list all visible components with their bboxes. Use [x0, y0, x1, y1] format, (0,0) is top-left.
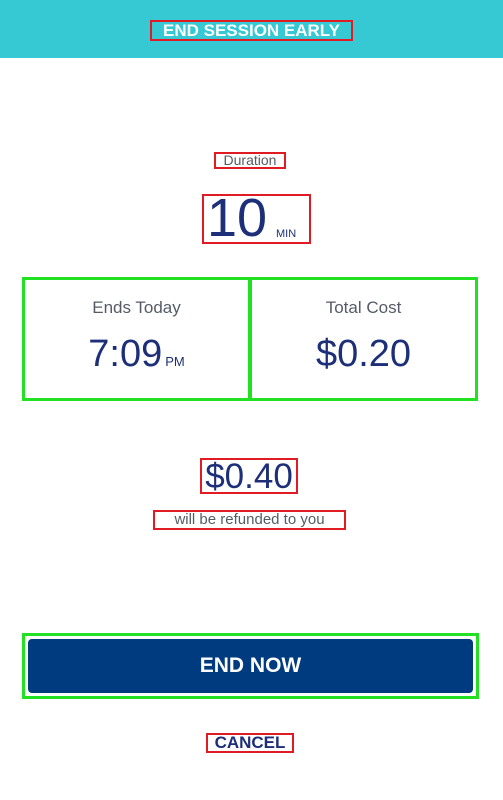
end-session-screen: END SESSION EARLY Duration 10 MIN Ends T… — [0, 0, 503, 800]
end-time-value: 7:09 — [88, 333, 163, 375]
ends-today-label: Ends Today — [92, 298, 181, 317]
end-now-wrapper: END NOW — [22, 633, 479, 699]
total-cost-label: Total Cost — [325, 298, 402, 317]
ends-today-time: 7:09 PM — [25, 332, 248, 384]
page-title: END SESSION EARLY — [150, 20, 353, 41]
end-now-button[interactable]: END NOW — [28, 639, 473, 693]
ends-today-card: Ends Today 7:09 PM — [22, 277, 251, 401]
refund-note: will be refunded to you — [153, 510, 346, 530]
end-time-suffix: PM — [165, 354, 185, 369]
duration-number: 10 — [207, 188, 268, 248]
duration-label: Duration — [214, 152, 286, 169]
total-cost-value: $0.20 — [315, 333, 412, 375]
total-cost-card: Total Cost $0.20 — [249, 277, 478, 401]
header-bar: END SESSION EARLY — [0, 0, 503, 58]
duration-unit: MIN — [276, 228, 297, 240]
refund-amount: $0.40 — [200, 458, 298, 494]
duration-value: 10 MIN — [202, 188, 311, 248]
cancel-button[interactable]: CANCEL — [206, 733, 294, 753]
